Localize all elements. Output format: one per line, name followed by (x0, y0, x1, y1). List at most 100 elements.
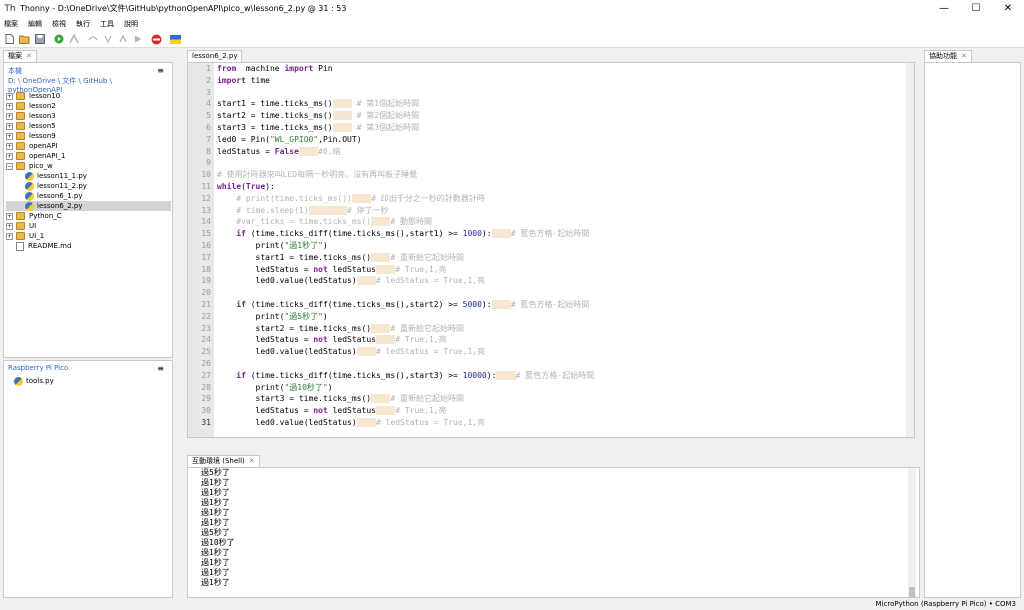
code-line[interactable]: if (time.ticks_diff(time.ticks_ms(),star… (217, 370, 594, 382)
close-tab-icon[interactable]: ✕ (249, 456, 255, 467)
code-line[interactable]: start3 = time.ticks_ms() # 重新給它起始時間 (217, 393, 594, 405)
code-line[interactable] (217, 287, 594, 299)
new-file-icon[interactable] (4, 34, 15, 45)
code-line[interactable]: # print(time.ticks_ms()) # 印出千分之一秒的計數器計時 (217, 193, 594, 205)
close-tab-icon[interactable]: ✕ (961, 51, 967, 62)
code-line[interactable]: print("過1秒了") (217, 240, 594, 252)
backend-status[interactable]: MicroPython (Raspberry Pi Pico) • COM3 (876, 598, 1016, 610)
shell-console[interactable]: 過5秒了 過1秒了 過1秒了 過1秒了 過1秒了 過1秒了 過5秒了 過10秒了 過1秒了 過1秒… (187, 467, 920, 598)
device-file-item[interactable]: tools.py (14, 376, 54, 386)
local-label[interactable]: 本機 (8, 66, 168, 76)
code-line[interactable]: led0.value(ledStatus) # ledStatus = True… (217, 417, 594, 429)
code-line[interactable]: led0.value(ledStatus) # ledStatus = True… (217, 275, 594, 287)
code-line[interactable]: # time.sleep(1) # 停了一秒 (217, 205, 594, 217)
device-menu-icon[interactable]: ≡ (157, 364, 164, 373)
code-editor[interactable]: 1 2 3 4 5 6 7 8 9 10 11 12 13 14 15 16 17 18 19 20 21 22 23 24 2… (187, 62, 915, 438)
expand-icon[interactable]: + (6, 232, 13, 240)
code-line[interactable]: start3 = time.ticks_ms() # 第3個起始時間 (217, 122, 594, 134)
tree-file-item[interactable]: lesson6_1.py (6, 191, 171, 201)
tree-file-item[interactable]: lesson11_1.py (6, 171, 171, 181)
menu-run[interactable]: 執行 (76, 19, 90, 29)
close-button[interactable]: ✕ (992, 0, 1024, 17)
expand-icon[interactable]: + (6, 112, 13, 120)
code-line[interactable]: print("過5秒了") (217, 311, 594, 323)
stop-icon[interactable] (151, 34, 162, 45)
debug-icon[interactable] (68, 34, 79, 45)
code-line[interactable]: # 使用計時器來叫LED每隔一秒明亮，沒有再叫板子睡覺 (217, 169, 594, 181)
code-line[interactable]: start1 = time.ticks_ms() # 重新給它起始時間 (217, 252, 594, 264)
tree-folder-item[interactable]: + lesson10 (6, 91, 171, 101)
code-line[interactable] (217, 87, 594, 99)
code-line[interactable]: while(True): (217, 181, 594, 193)
expand-icon[interactable]: + (6, 92, 13, 100)
menu-view[interactable]: 檢視 (52, 19, 66, 29)
shell-scrollbar[interactable] (908, 468, 916, 597)
menu-file[interactable]: 檔案 (4, 19, 18, 29)
tree-folder-item[interactable]: + lesson2 (6, 101, 171, 111)
code-line[interactable]: led0 = Pin("WL_GPIO0",Pin.OUT) (217, 134, 594, 146)
code-line[interactable]: ledStatus = not ledStatus # True,1,亮 (217, 264, 594, 276)
shell-output-line: 過1秒了 (201, 568, 230, 577)
code-line[interactable]: ledStatus = False #0,暗 (217, 146, 594, 158)
tree-folder-item[interactable]: − pico_w (6, 161, 171, 171)
expand-icon[interactable]: + (6, 222, 13, 230)
editor-horizontal-scrollbar[interactable] (187, 438, 915, 443)
panel-menu-icon[interactable]: ≡ (157, 66, 164, 75)
shell-scroll-thumb[interactable] (909, 587, 915, 597)
menu-help[interactable]: 說明 (124, 19, 138, 29)
close-tab-icon[interactable]: ✕ (26, 51, 32, 62)
tree-folder-item[interactable]: + openAPI (6, 141, 171, 151)
expand-icon[interactable]: + (6, 132, 13, 140)
editor-vertical-scrollbar[interactable] (906, 63, 914, 437)
menu-tools[interactable]: 工具 (100, 19, 114, 29)
tree-folder-item[interactable]: + lesson9 (6, 131, 171, 141)
expand-icon[interactable]: + (6, 102, 13, 110)
step-over-icon[interactable] (87, 34, 98, 45)
code-line[interactable]: led0.value(ledStatus) # ledStatus = True… (217, 346, 594, 358)
code-line[interactable]: import time (217, 75, 594, 87)
maximize-button[interactable]: ☐ (960, 0, 992, 17)
ukraine-flag-icon[interactable] (170, 34, 181, 45)
code-line[interactable]: ledStatus = not ledStatus # True,1,亮 (217, 405, 594, 417)
code-line[interactable]: if (time.ticks_diff(time.ticks_ms(),star… (217, 299, 594, 311)
tree-file-item[interactable]: lesson6_2.py (6, 201, 171, 211)
code-line[interactable]: start2 = time.ticks_ms() # 第2個起始時間 (217, 110, 594, 122)
code-line[interactable]: start1 = time.ticks_ms() # 第1個起始時間 (217, 98, 594, 110)
run-icon[interactable] (53, 34, 64, 45)
expand-icon[interactable]: + (6, 122, 13, 130)
tree-file-item[interactable]: lesson11_2.py (6, 181, 171, 191)
expand-icon[interactable]: + (6, 142, 13, 150)
code-line[interactable]: ledStatus = not ledStatus # True,1,亮 (217, 334, 594, 346)
files-tab[interactable]: 檔案 ✕ (3, 50, 37, 62)
save-icon[interactable] (34, 34, 45, 45)
shell-tab[interactable]: 互動環境 (Shell) ✕ (187, 455, 260, 467)
tree-folder-item[interactable]: + openAPI_1 (6, 151, 171, 161)
tree-folder-item[interactable]: + UI (6, 221, 171, 231)
editor-tab[interactable]: lesson6_2.py (187, 50, 243, 62)
code-area[interactable]: from machine import Pin import time start1… (217, 63, 594, 429)
tree-folder-item[interactable]: + Python_C (6, 211, 171, 221)
code-line[interactable]: start2 = time.ticks_ms() # 重新給它起始時間 (217, 323, 594, 335)
line-number: 4 (206, 99, 211, 109)
code-line[interactable]: print("過10秒了") (217, 382, 594, 394)
tree-folder-item[interactable]: + lesson3 (6, 111, 171, 121)
tree-folder-item[interactable]: + lesson5 (6, 121, 171, 131)
tree-folder-item[interactable]: + UI_1 (6, 231, 171, 241)
device-label[interactable]: Raspberry Pi Pico (8, 364, 168, 372)
step-out-icon[interactable] (117, 34, 128, 45)
collapse-icon[interactable]: − (6, 162, 13, 170)
code-line[interactable]: #var_ticks = time.ticks_ms() # 動態時間 (217, 216, 594, 228)
expand-icon[interactable]: + (6, 152, 13, 160)
code-line[interactable] (217, 358, 594, 370)
open-folder-icon[interactable] (19, 34, 30, 45)
minimize-button[interactable]: — (928, 0, 960, 17)
expand-icon[interactable]: + (6, 212, 13, 220)
step-into-icon[interactable] (102, 34, 113, 45)
resume-icon[interactable] (132, 34, 143, 45)
tree-file-item[interactable]: README.md (6, 241, 171, 251)
code-line[interactable]: if (time.ticks_diff(time.ticks_ms(),star… (217, 228, 594, 240)
menu-edit[interactable]: 編輯 (28, 19, 42, 29)
code-line[interactable] (217, 157, 594, 169)
assistant-tab[interactable]: 協助功能 ✕ (924, 50, 972, 62)
code-line[interactable]: from machine import Pin (217, 63, 594, 75)
